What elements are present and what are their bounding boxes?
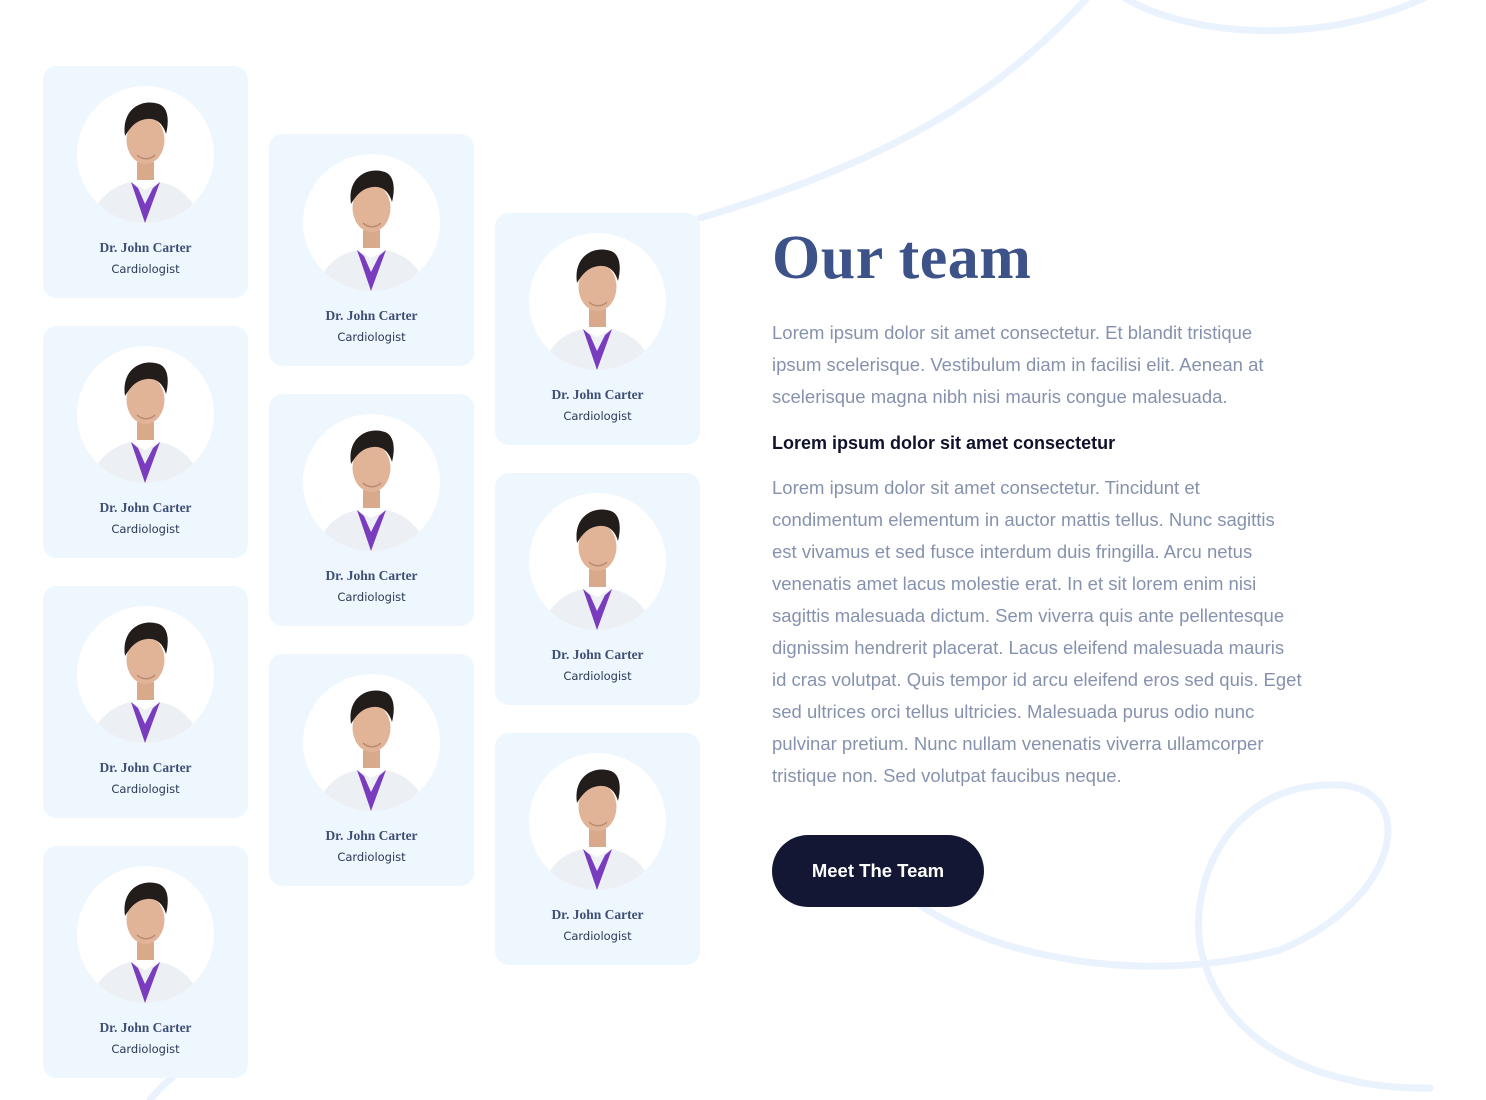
doctor-role: Cardiologist <box>563 409 632 423</box>
doctor-avatar <box>77 606 214 743</box>
team-member-card[interactable]: Dr. John Carter Cardiologist <box>43 586 248 818</box>
doctor-avatar <box>77 866 214 1003</box>
doctor-name: Dr. John Carter <box>325 828 418 843</box>
doctor-portrait-illustration <box>529 753 666 890</box>
doctor-portrait-illustration <box>77 86 214 223</box>
doctor-portrait-illustration <box>529 493 666 630</box>
doctor-portrait-illustration <box>303 674 440 811</box>
doctor-avatar <box>303 414 440 551</box>
team-member-card[interactable]: Dr. John Carter Cardiologist <box>495 473 700 705</box>
team-member-card[interactable]: Dr. John Carter Cardiologist <box>43 66 248 298</box>
doctor-avatar <box>77 86 214 223</box>
body-paragraph: Lorem ipsum dolor sit amet consectetur. … <box>772 477 1302 786</box>
team-member-card[interactable]: Dr. John Carter Cardiologist <box>43 326 248 558</box>
doctor-avatar <box>529 493 666 630</box>
doctor-name: Dr. John Carter <box>551 907 644 922</box>
section-title: Our team <box>772 224 1032 292</box>
doctor-portrait-illustration <box>529 233 666 370</box>
doctor-name: Dr. John Carter <box>325 308 418 323</box>
doctor-portrait-illustration <box>303 154 440 291</box>
doctor-avatar <box>77 346 214 483</box>
intro-paragraph: Lorem ipsum dolor sit amet consectetur. … <box>772 322 1264 407</box>
doctor-role: Cardiologist <box>563 669 632 683</box>
doctor-role: Cardiologist <box>337 850 406 864</box>
team-member-card[interactable]: Dr. John Carter Cardiologist <box>269 654 474 886</box>
doctor-role: Cardiologist <box>111 782 180 796</box>
doctor-role: Cardiologist <box>563 929 632 943</box>
meet-the-team-button[interactable]: Meet The Team <box>772 835 984 907</box>
doctor-avatar <box>303 674 440 811</box>
doctor-role: Cardiologist <box>111 262 180 276</box>
doctor-name: Dr. John Carter <box>551 387 644 402</box>
doctor-role: Cardiologist <box>111 1042 180 1056</box>
doctor-role: Cardiologist <box>111 522 180 536</box>
doctor-role: Cardiologist <box>337 330 406 344</box>
doctor-avatar <box>529 233 666 370</box>
doctor-portrait-illustration <box>77 606 214 743</box>
doctor-avatar <box>303 154 440 291</box>
doctor-name: Dr. John Carter <box>99 760 192 775</box>
team-member-card[interactable]: Dr. John Carter Cardiologist <box>43 846 248 1078</box>
doctor-portrait-illustration <box>77 866 214 1003</box>
doctor-portrait-illustration <box>303 414 440 551</box>
team-member-card[interactable]: Dr. John Carter Cardiologist <box>269 134 474 366</box>
doctor-avatar <box>529 753 666 890</box>
doctor-name: Dr. John Carter <box>99 500 192 515</box>
doctor-name: Dr. John Carter <box>99 1020 192 1035</box>
doctor-name: Dr. John Carter <box>551 647 644 662</box>
subheading: Lorem ipsum dolor sit amet consectetur <box>772 433 1116 453</box>
doctor-role: Cardiologist <box>337 590 406 604</box>
team-section-content: Our team Lorem ipsum dolor sit amet cons… <box>772 222 1302 907</box>
team-member-card[interactable]: Dr. John Carter Cardiologist <box>269 394 474 626</box>
doctor-name: Dr. John Carter <box>99 240 192 255</box>
team-member-card[interactable]: Dr. John Carter Cardiologist <box>495 213 700 445</box>
doctor-name: Dr. John Carter <box>325 568 418 583</box>
team-member-card[interactable]: Dr. John Carter Cardiologist <box>495 733 700 965</box>
doctor-portrait-illustration <box>77 346 214 483</box>
